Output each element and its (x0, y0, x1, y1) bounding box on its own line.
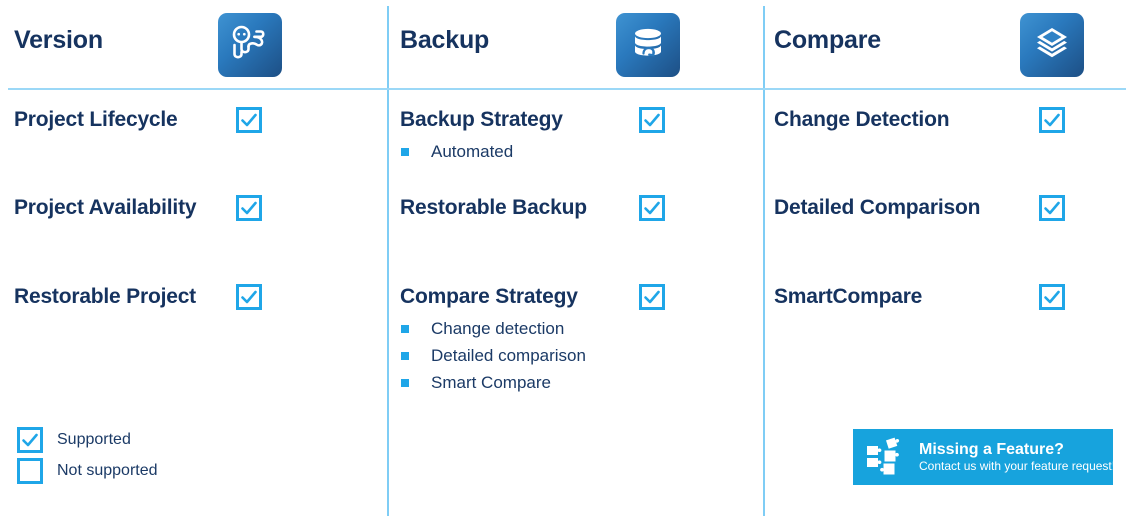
feature-row: Project Lifecycle (0, 104, 387, 138)
feature-label: Change Detection (774, 108, 950, 131)
column-header-backup: Backup (389, 0, 763, 88)
support-checkbox[interactable] (639, 284, 665, 310)
subitem-label: Automated (431, 142, 514, 161)
layers-stack-icon (1020, 13, 1084, 77)
support-checkbox[interactable] (639, 107, 665, 133)
feature-row: SmartCompare (765, 281, 1134, 315)
banner-text: Missing a Feature? Contact us with your … (919, 440, 1113, 474)
database-backup-icon (616, 13, 680, 77)
subitem-label: Change detection (431, 319, 565, 338)
feature-label: Restorable Backup (400, 196, 587, 219)
feature-label: SmartCompare (774, 285, 923, 308)
feature-row: Restorable Project (0, 281, 387, 315)
column-title: Backup (400, 26, 490, 54)
column-title: Version (14, 26, 103, 54)
column-backup: Backup Backup Strategy Automated Restora… (389, 0, 763, 516)
feature-comparison-matrix: Version Project Lifecycle Project Availa… (0, 0, 1134, 516)
banner-title: Missing a Feature? (919, 441, 1064, 458)
subitem: Smart Compare (389, 369, 763, 396)
legend-label: Not supported (57, 462, 158, 479)
column-version: Version Project Lifecycle Project Availa… (0, 0, 387, 516)
feature-row: Detailed Comparison (765, 192, 1134, 226)
bullet-icon (401, 148, 409, 156)
feature-label: Restorable Project (14, 285, 196, 308)
legend-checkbox-checked (17, 427, 43, 453)
banner-subtitle: Contact us with your feature request! (919, 459, 1113, 473)
feature-row: Compare Strategy Change detection Detail… (389, 281, 763, 392)
feature-row: Change Detection (765, 104, 1134, 138)
feature-row: Backup Strategy Automated (389, 104, 763, 161)
feature-label: Backup Strategy (400, 108, 563, 131)
bullet-icon (401, 325, 409, 333)
feature-subitems: Change detection Detailed comparison Sma… (389, 315, 763, 396)
subitem-label: Smart Compare (431, 373, 551, 392)
missing-feature-banner[interactable]: Missing a Feature? Contact us with your … (853, 429, 1113, 485)
version-branch-icon (218, 13, 282, 77)
column-title: Compare (774, 26, 881, 54)
feature-label: Detailed Comparison (774, 196, 981, 219)
legend-label: Supported (57, 431, 131, 448)
feature-row: Project Availability (0, 192, 387, 226)
bullet-icon (401, 352, 409, 360)
puzzle-pieces-icon (863, 436, 910, 478)
column-header-compare: Compare (765, 0, 1134, 88)
feature-label: Project Lifecycle (14, 108, 178, 131)
support-checkbox[interactable] (236, 284, 262, 310)
support-checkbox[interactable] (639, 195, 665, 221)
support-checkbox[interactable] (1039, 195, 1065, 221)
subitem-label: Detailed comparison (431, 346, 586, 365)
bullet-icon (401, 379, 409, 387)
subitem: Detailed comparison (389, 342, 763, 369)
support-checkbox[interactable] (1039, 284, 1065, 310)
legend-checkbox-unchecked (17, 458, 43, 484)
support-checkbox[interactable] (1039, 107, 1065, 133)
subitem: Change detection (389, 315, 763, 342)
feature-label: Project Availability (14, 196, 197, 219)
support-checkbox[interactable] (236, 195, 262, 221)
feature-row: Restorable Backup (389, 192, 763, 226)
subitem: Automated (389, 138, 763, 165)
feature-subitems: Automated (389, 138, 763, 165)
column-header-version: Version (0, 0, 387, 88)
support-checkbox[interactable] (236, 107, 262, 133)
feature-label: Compare Strategy (400, 285, 578, 308)
